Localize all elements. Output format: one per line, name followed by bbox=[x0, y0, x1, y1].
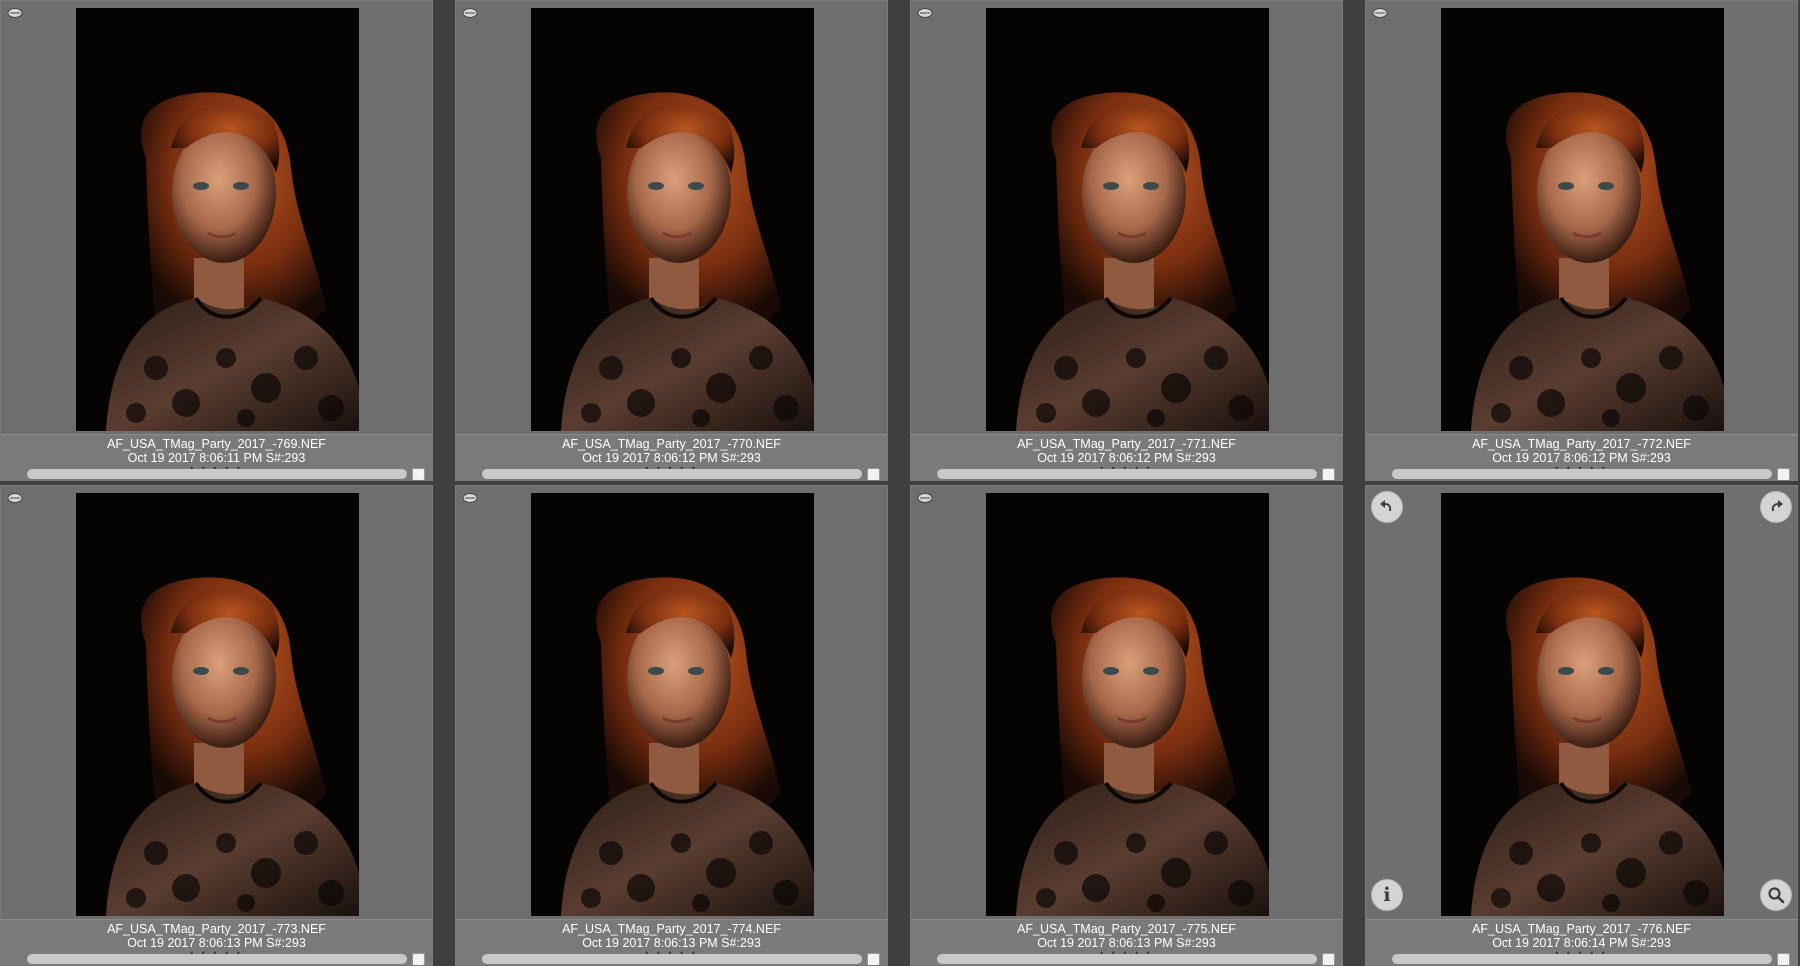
rating-dots[interactable]: • • • • • bbox=[1, 949, 432, 958]
thumbnail-cell[interactable]: AF_USA_TMag_Party_2017_-772.NEF Oct 19 2… bbox=[1365, 0, 1798, 481]
select-checkbox[interactable] bbox=[1777, 468, 1790, 480]
thumbnail-cell[interactable]: AF_USA_TMag_Party_2017_-775.NEF Oct 19 2… bbox=[910, 485, 1343, 966]
file-name: AF_USA_TMag_Party_2017_-772.NEF bbox=[1472, 437, 1691, 451]
thumbnail-cell[interactable]: AF_USA_TMag_Party_2017_-774.NEF Oct 19 2… bbox=[455, 485, 888, 966]
select-checkbox[interactable] bbox=[1322, 468, 1335, 480]
photo-thumbnail[interactable] bbox=[531, 493, 814, 916]
filmstrip-badge-icon bbox=[7, 8, 23, 18]
file-name: AF_USA_TMag_Party_2017_-771.NEF bbox=[1017, 437, 1236, 451]
thumbnail-caption: AF_USA_TMag_Party_2017_-776.NEF Oct 19 2… bbox=[1366, 919, 1797, 965]
select-checkbox[interactable] bbox=[1777, 953, 1790, 965]
photo-thumbnail[interactable] bbox=[531, 8, 814, 431]
info-icon[interactable]: i bbox=[1371, 879, 1403, 911]
file-name: AF_USA_TMag_Party_2017_-775.NEF bbox=[1017, 922, 1236, 936]
thumbnail-cell-hovered[interactable]: i AF_USA_TMag_Party_2017_-776.NEF Oct 19… bbox=[1365, 485, 1798, 966]
file-name: AF_USA_TMag_Party_2017_-774.NEF bbox=[562, 922, 781, 936]
rating-dots[interactable]: • • • • • bbox=[1, 464, 432, 473]
filmstrip-badge-icon bbox=[462, 493, 478, 503]
rating-dots[interactable]: • • • • • bbox=[456, 464, 887, 473]
photo-thumbnail[interactable] bbox=[986, 493, 1269, 916]
thumbnail-cell[interactable]: AF_USA_TMag_Party_2017_-773.NEF Oct 19 2… bbox=[0, 485, 433, 966]
filmstrip-badge-icon bbox=[1372, 8, 1388, 18]
file-name: AF_USA_TMag_Party_2017_-776.NEF bbox=[1472, 922, 1691, 936]
filmstrip-badge-icon bbox=[917, 493, 933, 503]
rotate-left-icon[interactable] bbox=[1371, 491, 1403, 523]
rating-dots[interactable]: • • • • • bbox=[1366, 464, 1797, 473]
thumbnail-caption: AF_USA_TMag_Party_2017_-773.NEF Oct 19 2… bbox=[1, 919, 432, 965]
thumbnail-caption: AF_USA_TMag_Party_2017_-775.NEF Oct 19 2… bbox=[911, 919, 1342, 965]
thumbnail-cell[interactable]: AF_USA_TMag_Party_2017_-770.NEF Oct 19 2… bbox=[455, 0, 888, 481]
file-name: AF_USA_TMag_Party_2017_-770.NEF bbox=[562, 437, 781, 451]
magnifier-icon[interactable] bbox=[1760, 879, 1792, 911]
thumbnail-cell[interactable]: AF_USA_TMag_Party_2017_-769.NEF Oct 19 2… bbox=[0, 0, 433, 481]
photo-thumbnail[interactable] bbox=[986, 8, 1269, 431]
rotate-right-icon[interactable] bbox=[1760, 491, 1792, 523]
thumbnail-caption: AF_USA_TMag_Party_2017_-771.NEF Oct 19 2… bbox=[911, 434, 1342, 480]
filmstrip-badge-icon bbox=[462, 8, 478, 18]
thumbnail-caption: AF_USA_TMag_Party_2017_-770.NEF Oct 19 2… bbox=[456, 434, 887, 480]
thumbnail-caption: AF_USA_TMag_Party_2017_-769.NEF Oct 19 2… bbox=[1, 434, 432, 480]
filmstrip-badge-icon bbox=[7, 493, 23, 503]
rating-dots[interactable]: • • • • • bbox=[1366, 949, 1797, 958]
thumbnail-cell[interactable]: AF_USA_TMag_Party_2017_-771.NEF Oct 19 2… bbox=[910, 0, 1343, 481]
file-name: AF_USA_TMag_Party_2017_-773.NEF bbox=[107, 922, 326, 936]
rating-dots[interactable]: • • • • • bbox=[456, 949, 887, 958]
photo-thumbnail[interactable] bbox=[1441, 8, 1724, 431]
select-checkbox[interactable] bbox=[867, 953, 880, 965]
select-checkbox[interactable] bbox=[412, 953, 425, 965]
select-checkbox[interactable] bbox=[867, 468, 880, 480]
photo-thumbnail[interactable] bbox=[76, 493, 359, 916]
photo-thumbnail[interactable] bbox=[1441, 493, 1724, 916]
thumbnail-caption: AF_USA_TMag_Party_2017_-772.NEF Oct 19 2… bbox=[1366, 434, 1797, 480]
rating-dots[interactable]: • • • • • bbox=[911, 949, 1342, 958]
rating-dots[interactable]: • • • • • bbox=[911, 464, 1342, 473]
select-checkbox[interactable] bbox=[412, 468, 425, 480]
photo-thumbnail[interactable] bbox=[76, 8, 359, 431]
thumbnail-caption: AF_USA_TMag_Party_2017_-774.NEF Oct 19 2… bbox=[456, 919, 887, 965]
select-checkbox[interactable] bbox=[1322, 953, 1335, 965]
file-name: AF_USA_TMag_Party_2017_-769.NEF bbox=[107, 437, 326, 451]
thumbnail-grid: AF_USA_TMag_Party_2017_-769.NEF Oct 19 2… bbox=[0, 0, 1800, 966]
filmstrip-badge-icon bbox=[917, 8, 933, 18]
